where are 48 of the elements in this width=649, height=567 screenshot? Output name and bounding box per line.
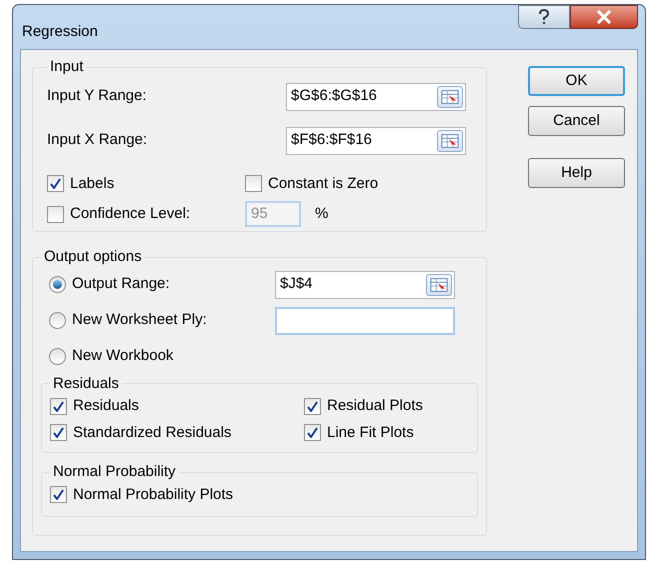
checkbox-option[interactable]: Standardized Residuals — [50, 422, 304, 444]
checkmark-icon — [307, 400, 318, 412]
checkbox[interactable] — [245, 175, 262, 192]
window-title: Regression — [22, 22, 98, 42]
range-field[interactable]: $F$6:$F$16 — [286, 126, 466, 154]
range-select-icon[interactable] — [426, 274, 452, 296]
checkbox[interactable] — [47, 206, 64, 222]
radio-button[interactable] — [49, 348, 66, 365]
field-label: Input Y Range: — [47, 86, 147, 106]
field-label: Input X Range: — [47, 130, 148, 150]
checkmark-icon — [307, 427, 318, 438]
checkbox[interactable] — [50, 486, 67, 504]
checkbox-option[interactable]: Normal Probability Plots — [50, 484, 469, 506]
range-select-icon[interactable] — [437, 130, 463, 152]
percent-label: % — [315, 204, 328, 224]
checkmark-icon — [53, 489, 64, 500]
checkbox[interactable] — [50, 424, 67, 442]
radio-option[interactable]: New Workbook — [49, 345, 275, 368]
checkbox[interactable] — [304, 424, 321, 442]
range-select-icon[interactable] — [437, 86, 463, 108]
checkbox-option[interactable]: Constant is Zero — [245, 172, 472, 195]
checkmark-icon — [50, 178, 61, 190]
help-icon[interactable] — [518, 5, 570, 29]
checkmark-icon — [53, 400, 64, 412]
checkbox-option[interactable]: Labels — [47, 172, 245, 195]
close-icon[interactable] — [570, 5, 638, 29]
checkbox[interactable] — [47, 175, 64, 192]
dialog-button[interactable]: OK — [528, 66, 625, 96]
radio-button[interactable] — [49, 312, 66, 329]
radio-button[interactable] — [49, 276, 66, 293]
checkbox[interactable] — [50, 398, 67, 415]
range-field[interactable] — [275, 306, 455, 334]
checkmark-icon — [53, 427, 64, 438]
checkbox-option[interactable]: Residuals — [50, 395, 304, 418]
checkbox-option[interactable]: Residual Plots — [304, 395, 469, 418]
radio-option[interactable]: New Worksheet Ply: — [49, 309, 275, 332]
range-field[interactable]: $J$4 — [275, 270, 455, 298]
group-title: Normal Probability — [52, 462, 177, 482]
dialog-button[interactable]: Cancel — [528, 106, 625, 136]
radio-option[interactable]: Output Range: — [49, 273, 275, 296]
checkbox-option[interactable]: Line Fit Plots — [304, 422, 469, 444]
dialog-button[interactable]: Help — [528, 158, 625, 188]
group-title: Output options — [43, 247, 143, 267]
range-field[interactable]: $G$6:$G$16 — [286, 82, 466, 110]
group-title: Residuals — [52, 374, 120, 394]
checkbox-option[interactable]: Confidence Level: — [47, 202, 245, 226]
group-title: Input — [49, 57, 84, 77]
checkbox[interactable] — [304, 398, 321, 415]
